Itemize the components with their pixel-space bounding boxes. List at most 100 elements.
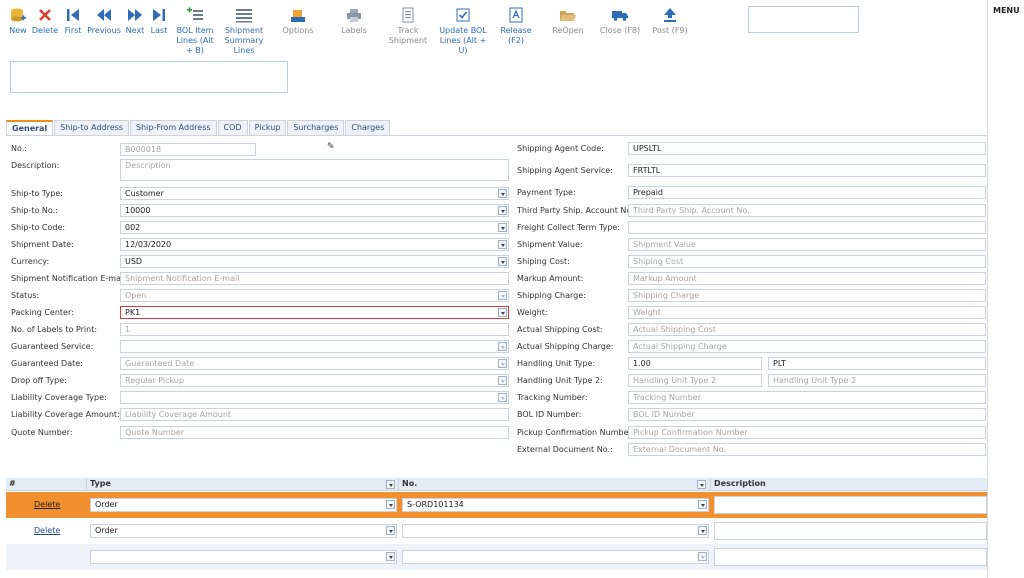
chevron-down-icon[interactable]: [386, 552, 395, 561]
shipment-date-label: Shipment Date:: [11, 240, 74, 249]
column-divider: [86, 478, 87, 491]
row-description-field[interactable]: [714, 522, 987, 540]
new-button[interactable]: New: [6, 4, 30, 62]
chevron-down-icon[interactable]: [698, 552, 707, 561]
quote-number-field[interactable]: Quote Number: [120, 426, 509, 439]
chevron-down-icon[interactable]: [498, 223, 507, 232]
drop-off-type-select[interactable]: Regular Pickup: [120, 374, 509, 387]
ship-to-type-select[interactable]: Customer: [120, 187, 509, 200]
handling-unit-type-2-unit-field[interactable]: Handling Unit Type 2: [768, 374, 986, 387]
external-document-field[interactable]: External Document No.: [628, 443, 986, 456]
tab-charges[interactable]: Charges: [345, 120, 391, 136]
liability-coverage-type-select[interactable]: [120, 391, 509, 404]
release-button[interactable]: Release (F2): [490, 4, 542, 62]
tab-pickup[interactable]: Pickup: [248, 120, 287, 136]
third-party-account-field[interactable]: Third Party Ship. Account No.: [628, 204, 986, 217]
chevron-down-icon[interactable]: [698, 526, 707, 535]
status-select[interactable]: Open: [120, 289, 509, 302]
packing-center-select[interactable]: PK1: [120, 306, 509, 319]
shipment-value-field[interactable]: Shipment Value: [628, 238, 986, 251]
bol-id-number-field[interactable]: BOL ID Number: [628, 408, 986, 421]
shipping-charge-field[interactable]: Shipping Charge: [628, 289, 986, 302]
options-button[interactable]: Options: [268, 4, 328, 62]
shipment-summary-lines-button[interactable]: Shipment Summary Lines: [220, 4, 268, 62]
notification-email-field[interactable]: Shipment Notification E-mail: [120, 272, 509, 285]
row-no-select[interactable]: [402, 524, 709, 538]
chevron-down-icon[interactable]: [386, 500, 395, 509]
shipping-agent-service-field[interactable]: FRTLTL: [628, 164, 986, 177]
shiping-cost-field[interactable]: Shiping Cost: [628, 255, 986, 268]
track-shipment-button[interactable]: Track Shipment: [380, 4, 436, 62]
grid-header-description[interactable]: Description: [714, 479, 766, 488]
shipping-agent-code-field[interactable]: UPSLTL: [628, 142, 986, 155]
description-field[interactable]: Description: [120, 159, 509, 181]
chevron-down-icon[interactable]: [498, 206, 507, 215]
guaranteed-service-select[interactable]: [120, 340, 509, 353]
delete-row-link[interactable]: Delete: [34, 500, 60, 509]
edit-icon[interactable]: ✎: [327, 142, 335, 152]
tab-general[interactable]: General: [6, 120, 54, 136]
bol-item-lines-button[interactable]: BOL Item Lines (Alt + B): [170, 4, 220, 62]
table-row[interactable]: Delete Order: [6, 518, 987, 544]
ship-to-no-select[interactable]: 10000: [120, 204, 509, 217]
update-bol-lines-button[interactable]: Update BOL Lines (Alt + U): [436, 4, 490, 62]
handling-unit-type-2-field[interactable]: Handling Unit Type 2: [628, 374, 762, 387]
actual-shipping-cost-field[interactable]: Actual Shipping Cost: [628, 323, 986, 336]
guaranteed-date-field[interactable]: Guaranteed Date: [120, 357, 509, 370]
first-button[interactable]: First: [60, 4, 86, 62]
note-box[interactable]: [10, 61, 288, 93]
weight-field[interactable]: Weight: [628, 306, 986, 319]
chevron-down-icon[interactable]: [498, 240, 507, 249]
handling-unit-type-field[interactable]: 1.00: [628, 357, 762, 370]
row-type-select[interactable]: [90, 550, 397, 564]
actual-shipping-charge-field[interactable]: Actual Shipping Charge: [628, 340, 986, 353]
table-row[interactable]: Delete Order S-ORD101134: [6, 492, 987, 518]
delete-row-link[interactable]: Delete: [34, 526, 60, 535]
post-button[interactable]: Post (F9): [646, 4, 694, 62]
markup-amount-field[interactable]: Markup Amount: [628, 272, 986, 285]
currency-select[interactable]: USD: [120, 255, 509, 268]
column-divider: [398, 478, 399, 491]
payment-type-field[interactable]: Prepaid: [628, 186, 986, 199]
delete-button[interactable]: Delete: [30, 4, 60, 62]
tab-surcharges[interactable]: Surcharges: [287, 120, 345, 136]
last-button[interactable]: Last: [148, 4, 170, 62]
row-no-select[interactable]: [402, 550, 709, 564]
table-row[interactable]: [6, 544, 987, 570]
liability-coverage-amount-field[interactable]: Liability Coverage Amount: [120, 408, 509, 421]
pickup-confirmation-field[interactable]: Pickup Confirmation Number: [628, 426, 986, 439]
shipping-agent-code-label: Shipping Agent Code:: [517, 144, 604, 153]
chevron-down-icon[interactable]: [697, 480, 706, 489]
row-type-select[interactable]: Order: [90, 524, 397, 538]
tab-cod[interactable]: COD: [217, 120, 248, 136]
grid-header-type[interactable]: Type: [90, 479, 111, 488]
next-button[interactable]: Next: [122, 4, 148, 62]
chevron-down-icon[interactable]: [698, 500, 707, 509]
tab-ship-from-address[interactable]: Ship-From Address: [129, 120, 217, 136]
freight-collect-term-field[interactable]: [628, 221, 986, 234]
chevron-down-icon[interactable]: [386, 480, 395, 489]
row-description-field[interactable]: [714, 496, 987, 514]
row-type-select[interactable]: Order: [90, 498, 397, 512]
grid-header-no[interactable]: No.: [402, 479, 417, 488]
handling-unit-type-unit-field[interactable]: PLT: [768, 357, 986, 370]
tracking-number-field[interactable]: Tracking Number: [628, 391, 986, 404]
chevron-down-icon[interactable]: [498, 308, 507, 317]
shipment-date-field[interactable]: 12/03/2020: [120, 238, 509, 251]
menu-label[interactable]: MENU: [993, 6, 1020, 15]
row-no-select[interactable]: S-ORD101134: [402, 498, 709, 512]
reopen-button[interactable]: ReOpen: [542, 4, 594, 62]
chevron-down-icon[interactable]: [498, 257, 507, 266]
no-field[interactable]: B000018: [120, 143, 256, 156]
previous-button[interactable]: Previous: [86, 4, 122, 62]
labels-to-print-field[interactable]: 1: [120, 323, 509, 336]
chevron-down-icon[interactable]: [498, 189, 507, 198]
tab-ship-to-address[interactable]: Ship-to Address: [54, 120, 129, 136]
ship-to-code-label: Ship-to Code:: [11, 223, 66, 232]
labels-button[interactable]: Labels: [328, 4, 380, 62]
close-button[interactable]: Close (F8): [594, 4, 646, 62]
row-description-field[interactable]: [714, 548, 987, 566]
chevron-down-icon[interactable]: [386, 526, 395, 535]
search-box[interactable]: [748, 6, 859, 33]
ship-to-code-select[interactable]: 002: [120, 221, 509, 234]
